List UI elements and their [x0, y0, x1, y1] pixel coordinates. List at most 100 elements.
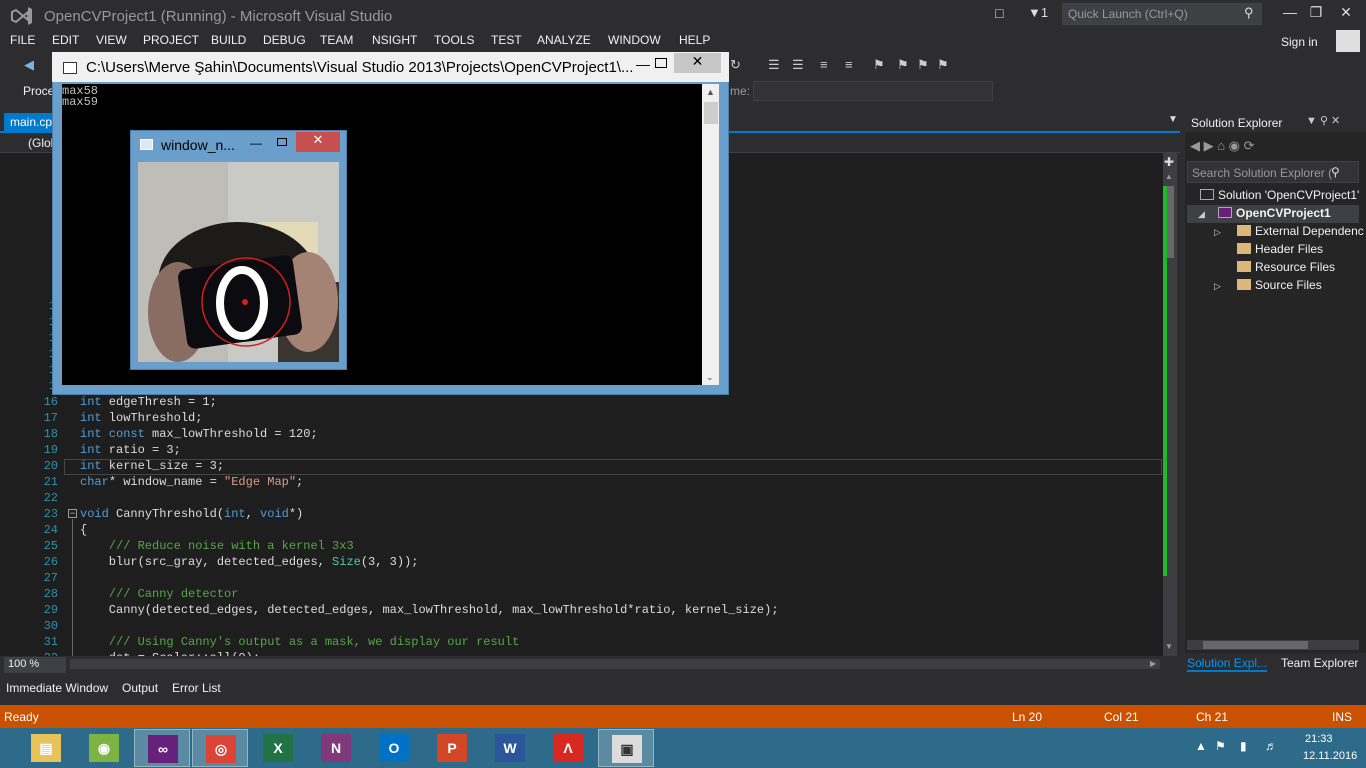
- menu-edit[interactable]: EDIT: [52, 33, 79, 47]
- zoom-dropdown[interactable]: 100 %: [4, 657, 66, 673]
- tab-list-dropdown-icon[interactable]: ▼: [1168, 114, 1178, 125]
- scroll-up-arrow-icon[interactable]: ▲: [1165, 172, 1173, 181]
- prev-bookmark-icon[interactable]: ⚑: [897, 57, 909, 73]
- taskbar-excel[interactable]: X: [250, 729, 306, 767]
- tree-project[interactable]: OpenCVProject1: [1218, 206, 1331, 220]
- console-scrollbar[interactable]: [702, 84, 719, 385]
- tree-item-external[interactable]: External Dependenc: [1237, 224, 1364, 238]
- tab-team-explorer[interactable]: Team Explorer: [1281, 656, 1358, 670]
- bookmark-icon[interactable]: ⚑: [873, 57, 885, 73]
- name-dropdown[interactable]: [753, 81, 993, 101]
- menu-project[interactable]: PROJECT: [143, 33, 199, 47]
- taskbar-powerpoint[interactable]: P: [424, 729, 480, 767]
- tool-tab-output[interactable]: Output: [122, 681, 158, 695]
- taskbar-opencv-app[interactable]: ▣: [598, 729, 654, 767]
- console-close-button[interactable]: ✕: [674, 53, 721, 73]
- editor-horizontal-scrollbar[interactable]: [70, 659, 1160, 669]
- search-icon[interactable]: ⚲: [1244, 5, 1254, 21]
- taskbar-onenote[interactable]: N: [308, 729, 364, 767]
- tool-tab-immediate-window[interactable]: Immediate Window: [6, 681, 108, 695]
- menu-tools[interactable]: TOOLS: [434, 33, 474, 47]
- taskbar-chrome[interactable]: ◎: [192, 729, 248, 767]
- back-icon[interactable]: ◀: [24, 57, 34, 73]
- sign-in-link[interactable]: Sign in: [1281, 35, 1318, 49]
- taskbar-word[interactable]: W: [482, 729, 538, 767]
- menu-team[interactable]: TEAM: [320, 33, 353, 47]
- menu-analyze[interactable]: ANALYZE: [537, 33, 591, 47]
- code-token: Canny(detected_edges, detected_edges, ma…: [80, 603, 779, 617]
- collapsed-arrow-icon[interactable]: ▷: [1214, 227, 1221, 238]
- console-minimize-button[interactable]: —: [636, 56, 650, 72]
- menu-view[interactable]: VIEW: [96, 33, 127, 47]
- tree-item-header[interactable]: Header Files: [1237, 242, 1323, 256]
- menu-file[interactable]: FILE: [10, 33, 35, 47]
- align-right-icon[interactable]: ☰: [792, 57, 804, 73]
- split-view-icon[interactable]: ✚: [1164, 155, 1174, 169]
- menu-test[interactable]: TEST: [491, 33, 522, 47]
- collapse-toggle[interactable]: −: [68, 509, 77, 518]
- tree-solution[interactable]: Solution 'OpenCVProject1': [1200, 188, 1359, 202]
- code-token: int: [224, 507, 246, 521]
- folder-icon: [1237, 225, 1251, 236]
- code-line: 27: [0, 571, 1160, 587]
- collapsed-arrow-icon[interactable]: ▷: [1214, 281, 1221, 292]
- quick-launch-input[interactable]: Quick Launch (Ctrl+Q): [1062, 3, 1262, 25]
- expanded-arrow-icon[interactable]: ◢: [1198, 209, 1205, 220]
- code-token: {: [80, 523, 88, 537]
- action-center-flag-icon[interactable]: ⚑: [1215, 739, 1226, 753]
- minimize-button[interactable]: —: [1276, 4, 1304, 24]
- menu-debug[interactable]: DEBUG: [263, 33, 306, 47]
- tree-item-resource[interactable]: Resource Files: [1237, 260, 1335, 274]
- menu-window[interactable]: WINDOW: [608, 33, 661, 47]
- feedback-icon[interactable]: □: [995, 5, 1011, 21]
- taskbar-visual-studio[interactable]: ∞: [134, 729, 190, 767]
- step-icon[interactable]: ↻: [730, 57, 741, 73]
- outdent-icon[interactable]: ≡: [845, 57, 853, 72]
- code-token: int const: [80, 427, 145, 441]
- scroll-down-arrow-icon[interactable]: ⌄: [706, 372, 714, 383]
- pin-icon[interactable]: ▼ ⚲ ✕: [1306, 114, 1340, 127]
- taskbar-acrobat[interactable]: Λ: [540, 729, 596, 767]
- clock-time[interactable]: 21:33: [1305, 733, 1333, 745]
- tool-tab-error-list[interactable]: Error List: [172, 681, 221, 695]
- tray-expand-icon[interactable]: ▲: [1195, 739, 1207, 753]
- code-token: *): [288, 507, 304, 521]
- clock-date[interactable]: 12.11.2016: [1303, 750, 1357, 762]
- tree-item-source[interactable]: Source Files: [1237, 278, 1322, 292]
- scroll-right-arrow-icon[interactable]: ▶: [1150, 659, 1156, 668]
- code-text: int const max_lowThreshold = 120;: [80, 427, 318, 441]
- console-maximize-button[interactable]: [655, 58, 667, 68]
- align-icon[interactable]: ☰: [768, 57, 780, 73]
- opencv-minimize-button[interactable]: —: [250, 136, 262, 150]
- taskbar-file-explorer[interactable]: ▤: [18, 729, 74, 767]
- scroll-thumb[interactable]: [1167, 186, 1174, 258]
- code-line: 29 Canny(detected_edges, detected_edges,…: [0, 603, 1160, 619]
- scroll-up-arrow-icon[interactable]: ▲: [706, 87, 715, 97]
- maximize-button[interactable]: ❐: [1302, 4, 1330, 24]
- next-bookmark-icon[interactable]: ⚑: [917, 57, 929, 73]
- indent-icon[interactable]: ≡: [820, 57, 828, 72]
- menu-nsight[interactable]: NSIGHT: [372, 33, 417, 47]
- taskbar-outlook[interactable]: O: [366, 729, 422, 767]
- scroll-thumb[interactable]: [1203, 641, 1308, 649]
- menu-help[interactable]: HELP: [679, 33, 710, 47]
- taskbar-picasa[interactable]: ◉: [76, 729, 132, 767]
- solution-explorer-toolbar[interactable]: ◀ ▶ ⌂ ◉ ⟳: [1190, 138, 1255, 154]
- opencv-close-button[interactable]: ✕: [296, 132, 340, 152]
- clear-bookmarks-icon[interactable]: ⚑: [937, 57, 949, 73]
- menu-build[interactable]: BUILD: [211, 33, 246, 47]
- avatar[interactable]: [1336, 30, 1360, 54]
- tab-main-cpp[interactable]: main.cp: [4, 113, 56, 133]
- tab-solution-explorer[interactable]: Solution Expl...: [1187, 656, 1268, 672]
- code-text: /// Canny detector: [80, 587, 239, 601]
- network-icon[interactable]: ▮: [1240, 739, 1247, 753]
- search-icon[interactable]: ⚲: [1331, 165, 1340, 179]
- notifications-flag-icon[interactable]: ▼1: [1028, 5, 1048, 20]
- code-text: char* window_name = "Edge Map";: [80, 475, 303, 489]
- opencv-maximize-button[interactable]: [277, 138, 287, 146]
- scroll-thumb[interactable]: [704, 102, 718, 124]
- window-title: OpenCVProject1 (Running) - Microsoft Vis…: [44, 8, 393, 25]
- scroll-down-arrow-icon[interactable]: ▼: [1165, 642, 1173, 651]
- close-button[interactable]: ✕: [1332, 4, 1360, 24]
- volume-icon[interactable]: ♬: [1265, 739, 1277, 753]
